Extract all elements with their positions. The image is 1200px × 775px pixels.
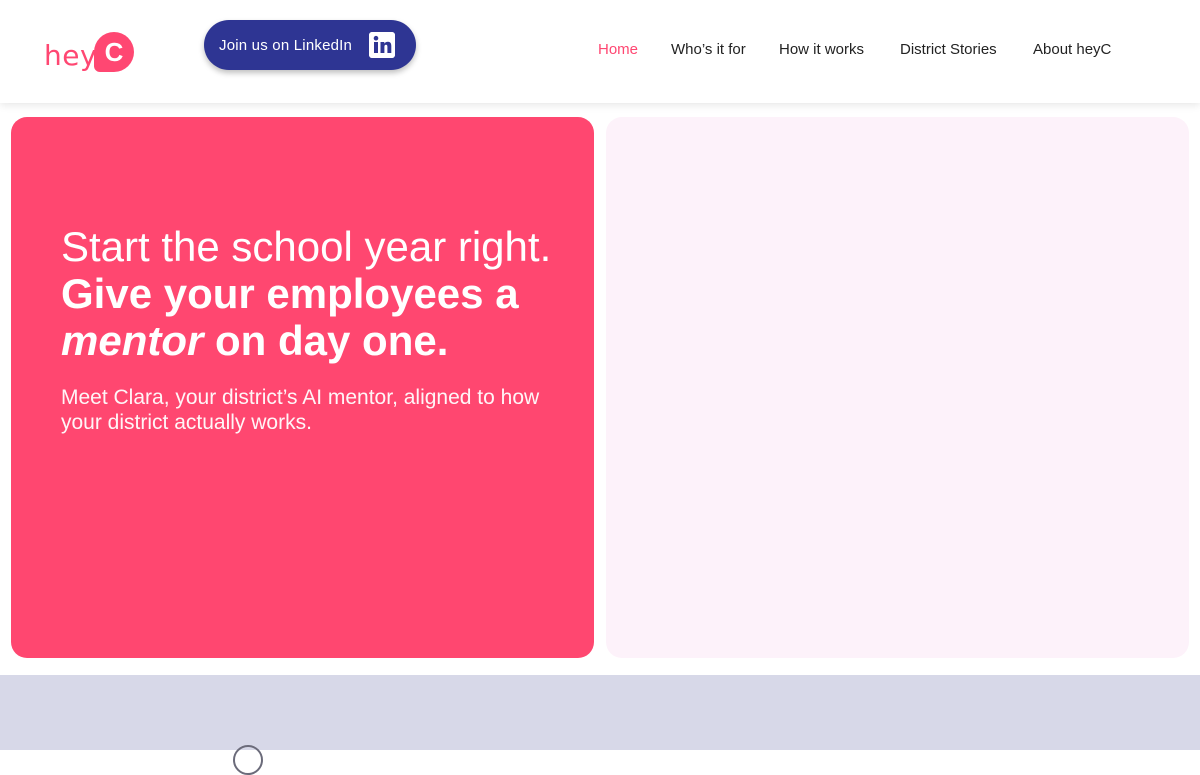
next-section-band	[0, 675, 1200, 775]
hero-headline: Start the school year right. Give your e…	[61, 223, 581, 364]
hero-text-card: Start the school year right. Give your e…	[11, 117, 594, 658]
hero-media-panel	[606, 117, 1189, 658]
hero-subtitle: Meet Clara, your district’s AI mentor, a…	[61, 386, 540, 434]
nav-item-about-heyc[interactable]: About heyC	[1033, 41, 1111, 58]
nav-item-district-stories[interactable]: District Stories	[900, 41, 997, 58]
main-nav: Home Who’s it for How it works District …	[0, 41, 1200, 61]
hero-headline-line3: on day one.	[203, 317, 449, 364]
hero-headline-line2: Give your employees a	[61, 270, 519, 317]
nav-item-whos-it-for[interactable]: Who’s it for	[671, 41, 746, 58]
site-header: hey C Join us on LinkedIn Home Who’s it …	[0, 0, 1200, 103]
hero-headline-emphasis: mentor	[61, 317, 204, 364]
nav-item-home[interactable]: Home	[598, 41, 638, 58]
nav-item-how-it-works[interactable]: How it works	[779, 41, 864, 58]
hero-headline-line1: Start the school year right.	[61, 223, 552, 270]
